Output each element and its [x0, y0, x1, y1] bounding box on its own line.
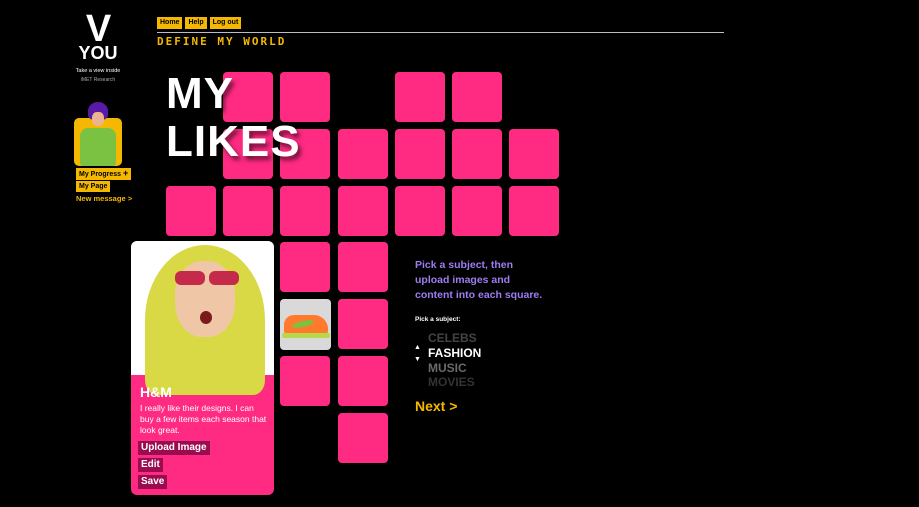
- subject-scroller-arrows: ▲ ▼: [414, 342, 421, 366]
- pick-subject-label: Pick a subject:: [415, 316, 461, 323]
- grid-square[interactable]: [509, 129, 559, 179]
- grid-square[interactable]: [166, 186, 216, 236]
- grid-square[interactable]: [338, 242, 388, 292]
- nav-divider: [157, 32, 724, 33]
- edit-button[interactable]: Edit: [138, 458, 163, 472]
- grid-square[interactable]: [509, 186, 559, 236]
- my-page-link[interactable]: My Page: [76, 181, 111, 192]
- section-banner: DEFINE MY WORLD: [157, 35, 287, 48]
- grid-square[interactable]: [223, 186, 273, 236]
- grid-square[interactable]: [280, 186, 330, 236]
- top-nav: Home Help Log out: [157, 17, 242, 29]
- logo-tagline: Take a view inside: [75, 68, 121, 74]
- item-description: I really like their designs. I can buy a…: [140, 403, 267, 435]
- home-button[interactable]: Home: [157, 17, 183, 29]
- help-button[interactable]: Help: [185, 17, 207, 29]
- subject-option[interactable]: CELEBS: [428, 331, 477, 345]
- next-link[interactable]: Next >: [415, 398, 457, 414]
- grid-square[interactable]: [395, 186, 445, 236]
- grid-square[interactable]: [452, 129, 502, 179]
- save-button[interactable]: Save: [138, 475, 168, 489]
- grid-square[interactable]: [280, 356, 330, 406]
- logo-lab: iMET Research: [80, 77, 116, 83]
- grid-square[interactable]: [395, 72, 445, 122]
- grid-square[interactable]: [338, 356, 388, 406]
- grid-square[interactable]: [395, 129, 445, 179]
- page-title: MY LIKES: [166, 70, 301, 166]
- grid-square[interactable]: [338, 299, 388, 349]
- logout-button[interactable]: Log out: [209, 17, 242, 29]
- item-photo: [131, 241, 274, 395]
- item-title: H&M: [140, 384, 172, 400]
- title-line-1: MY: [166, 69, 234, 118]
- selected-item-card: H&M I really like their designs. I can b…: [131, 241, 274, 495]
- grid-square[interactable]: [338, 186, 388, 236]
- grid-square[interactable]: [338, 413, 388, 463]
- my-progress-link[interactable]: My Progress +: [76, 168, 132, 180]
- title-line-2: LIKES: [166, 117, 301, 166]
- logo-letter: V: [85, 8, 111, 50]
- grid-square[interactable]: [452, 72, 502, 122]
- subject-option[interactable]: MUSIC: [428, 361, 467, 375]
- my-progress-label: My Progress: [79, 171, 122, 178]
- subject-option[interactable]: MOVIES: [428, 375, 475, 389]
- grid-square[interactable]: [338, 129, 388, 179]
- grid-square[interactable]: [280, 242, 330, 292]
- arrow-up-icon[interactable]: ▲: [414, 342, 421, 354]
- upload-image-button[interactable]: Upload Image: [138, 441, 210, 455]
- arrow-down-icon[interactable]: ▼: [414, 354, 421, 366]
- plus-icon: +: [123, 168, 129, 178]
- grid-square[interactable]: [452, 186, 502, 236]
- avatar[interactable]: [74, 102, 122, 166]
- site-logo[interactable]: V YOU Take a view inside iMET Research: [74, 8, 122, 83]
- logo-word: YOU: [78, 43, 118, 63]
- subject-option-selected[interactable]: FASHION: [428, 346, 481, 360]
- sneaker-thumbnail[interactable]: [280, 299, 331, 350]
- new-message-link[interactable]: New message >: [76, 194, 132, 203]
- instruction-text: Pick a subject, then upload images and c…: [415, 259, 543, 301]
